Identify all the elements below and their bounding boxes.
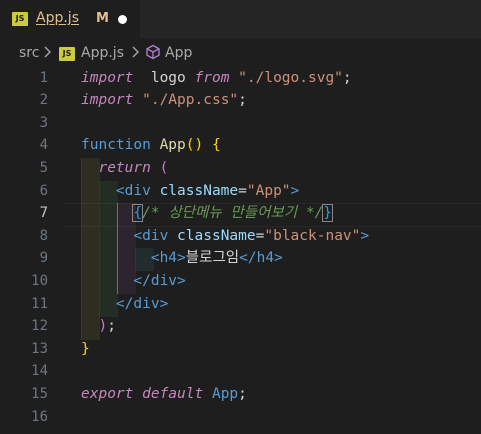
javascript-file-icon: JS — [59, 47, 75, 61]
code-token: = — [238, 182, 247, 199]
code-token: { — [203, 137, 221, 154]
code-token: ) — [98, 318, 108, 335]
code-line[interactable]: <h4>블로그임</h4> — [81, 247, 283, 270]
code-token: <div — [133, 227, 169, 244]
line-number: 13 — [31, 340, 48, 357]
tab-app-js[interactable]: JS App.js M — [0, 0, 140, 38]
chevron-right-icon — [43, 44, 53, 64]
code-token: "./App.css" — [133, 92, 239, 109]
git-modified-badge: M — [96, 11, 109, 26]
code-line[interactable]: import "./App.css"; — [81, 89, 247, 112]
line-number: 1 — [39, 69, 48, 86]
code-token: className — [168, 227, 256, 244]
code-line[interactable]: <div className="black-nav"> — [81, 225, 369, 248]
line-number: 7 — [39, 205, 48, 222]
line-number: 3 — [39, 114, 48, 131]
code-token: className — [150, 182, 239, 199]
symbol-method-icon — [145, 44, 161, 64]
code-token: </div> — [115, 295, 169, 312]
code-token: return — [98, 159, 151, 176]
code-token: "App" — [246, 182, 291, 199]
code-line[interactable]: return ( — [81, 157, 168, 180]
code-token: export — [81, 385, 134, 402]
unsaved-changes-icon[interactable] — [118, 15, 127, 24]
code-line[interactable]: </div> — [81, 270, 186, 293]
breadcrumb: src JS App.js App — [0, 38, 481, 68]
line-number: 5 — [39, 159, 48, 176]
breadcrumb-symbol[interactable]: App — [165, 45, 192, 61]
line-number: 11 — [31, 295, 48, 312]
line-number: 12 — [31, 318, 48, 335]
code-token: ; — [238, 92, 247, 109]
code-token: > — [360, 227, 370, 244]
code-token: /* 상단메뉴 만들어보기 */ — [142, 205, 324, 222]
code-token: "./logo.svg" — [229, 69, 343, 86]
code-token: App — [203, 385, 239, 402]
code-token: </div> — [133, 272, 186, 289]
code-line[interactable]: import logo from "./logo.svg"; — [81, 67, 352, 90]
code-token: "black-nav" — [264, 227, 361, 244]
code-token: function — [81, 137, 151, 154]
code-token: } — [81, 340, 90, 357]
editor-tab-bar: JS App.js M — [0, 0, 481, 38]
code-token: default — [133, 385, 204, 402]
code-token: ; — [342, 69, 352, 86]
code-line[interactable]: function App() { — [81, 134, 221, 157]
code-token: </h4> — [239, 250, 283, 267]
tab-title[interactable]: App.js — [36, 10, 79, 26]
code-token: > — [290, 182, 300, 199]
line-number: 4 — [39, 137, 48, 154]
line-number: 14 — [31, 363, 48, 380]
line-number: 15 — [31, 385, 48, 402]
code-token: <div — [115, 182, 151, 199]
code-line[interactable]: } — [81, 338, 90, 361]
code-line[interactable]: {/* 상단메뉴 만들어보기 */} — [81, 202, 334, 225]
code-token: import — [81, 69, 134, 86]
code-token: () — [185, 137, 204, 154]
line-number: 10 — [31, 272, 48, 289]
code-token: App — [150, 137, 186, 154]
code-token: import — [81, 92, 134, 109]
code-token: <h4> — [150, 250, 186, 267]
code-line[interactable]: ); — [81, 315, 116, 338]
code-token: ( — [150, 159, 169, 176]
code-token: logo — [133, 69, 195, 86]
line-number: 2 — [39, 92, 48, 109]
code-line[interactable]: <div className="App"> — [81, 180, 299, 203]
code-token: ; — [107, 318, 116, 335]
breadcrumb-file[interactable]: App.js — [81, 45, 124, 61]
code-line[interactable]: export default App; — [81, 383, 247, 406]
line-number: 9 — [39, 250, 48, 267]
javascript-file-icon: JS — [12, 12, 28, 26]
code-token: { — [132, 204, 144, 223]
breadcrumb-folder[interactable]: src — [19, 45, 39, 61]
line-number: 16 — [31, 408, 48, 425]
code-token: from — [194, 69, 230, 86]
code-token: } — [322, 204, 334, 223]
code-line[interactable]: </div> — [81, 293, 168, 316]
line-number: 6 — [39, 182, 48, 199]
chevron-right-icon — [131, 44, 141, 64]
code-token: 블로그임 — [185, 250, 240, 267]
code-token: ; — [238, 385, 247, 402]
line-number: 8 — [39, 227, 48, 244]
